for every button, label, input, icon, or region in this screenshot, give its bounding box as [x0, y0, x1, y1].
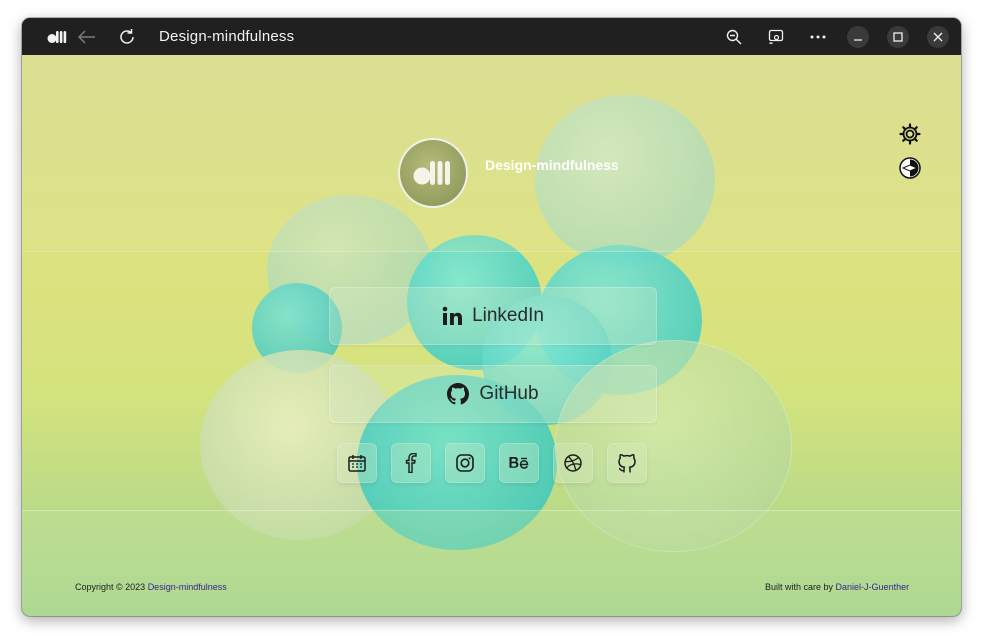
dribbble-icon: [564, 454, 582, 472]
footer-copyright: Copyright © 2023 Design-mindfulness: [75, 582, 227, 592]
copyright-text: Copyright © 2023: [75, 582, 146, 592]
built-with-text: Built with care by: [765, 582, 834, 592]
maximize-icon: [893, 32, 903, 42]
dribbble-button[interactable]: [553, 443, 593, 483]
theme-toggle-icon: [899, 157, 921, 179]
social-icons-row: [22, 443, 961, 483]
close-button[interactable]: [927, 26, 949, 48]
minimize-button[interactable]: [847, 26, 869, 48]
linkedin-link-label: LinkedIn: [472, 305, 544, 326]
reload-button[interactable]: [114, 18, 140, 55]
behance-icon: [509, 457, 529, 469]
instagram-icon: [456, 454, 474, 472]
behance-button[interactable]: [499, 443, 539, 483]
zoom-button[interactable]: [721, 18, 747, 55]
github-icon-button[interactable]: [607, 443, 647, 483]
dll-logo-icon: [413, 161, 450, 185]
footer-band: [22, 510, 961, 616]
author-link[interactable]: Daniel-J-Guenther: [836, 582, 910, 592]
cast-button[interactable]: [763, 18, 789, 55]
facebook-icon: [405, 453, 417, 473]
linkedin-link-button[interactable]: LinkedIn: [329, 287, 657, 345]
copyright-link[interactable]: Design-mindfulness: [148, 582, 227, 592]
github-link-label: GitHub: [479, 383, 539, 404]
gear-icon: [899, 123, 921, 145]
cast-icon: [768, 29, 784, 44]
facebook-button[interactable]: [391, 443, 431, 483]
zoom-out-icon: [726, 29, 742, 44]
reload-icon: [120, 28, 134, 44]
avatar[interactable]: [398, 138, 468, 208]
github-icon: [447, 383, 470, 405]
more-options-button[interactable]: [805, 18, 831, 55]
window-title: Design-mindfulness: [159, 28, 295, 45]
calendar-button[interactable]: [337, 443, 377, 483]
calendar-icon: [348, 455, 366, 472]
linkedin-icon: [442, 306, 463, 325]
close-icon: [933, 32, 943, 42]
settings-button[interactable]: [899, 123, 921, 145]
instagram-button[interactable]: [445, 443, 485, 483]
github-icon: [618, 454, 636, 473]
header-band: [22, 55, 961, 252]
profile-name: Design-mindfulness: [485, 157, 619, 173]
title-bar: Design-mindfulness: [22, 18, 961, 55]
page-content: Design-mindfulness LinkedIn GitHub Copyr…: [22, 55, 961, 616]
maximize-button[interactable]: [887, 26, 909, 48]
minimize-icon: [854, 39, 862, 41]
ellipsis-icon: [810, 35, 826, 38]
back-button[interactable]: [74, 18, 100, 55]
footer-credits: Built with care by Daniel-J-Guenther: [765, 582, 909, 592]
browser-window: Design-mindfulness Design-mindfulness Li…: [22, 18, 961, 616]
theme-toggle-button[interactable]: [899, 157, 921, 179]
arrow-left-icon: [78, 29, 95, 44]
github-link-button[interactable]: GitHub: [329, 365, 657, 423]
app-logo-icon: [44, 18, 70, 55]
